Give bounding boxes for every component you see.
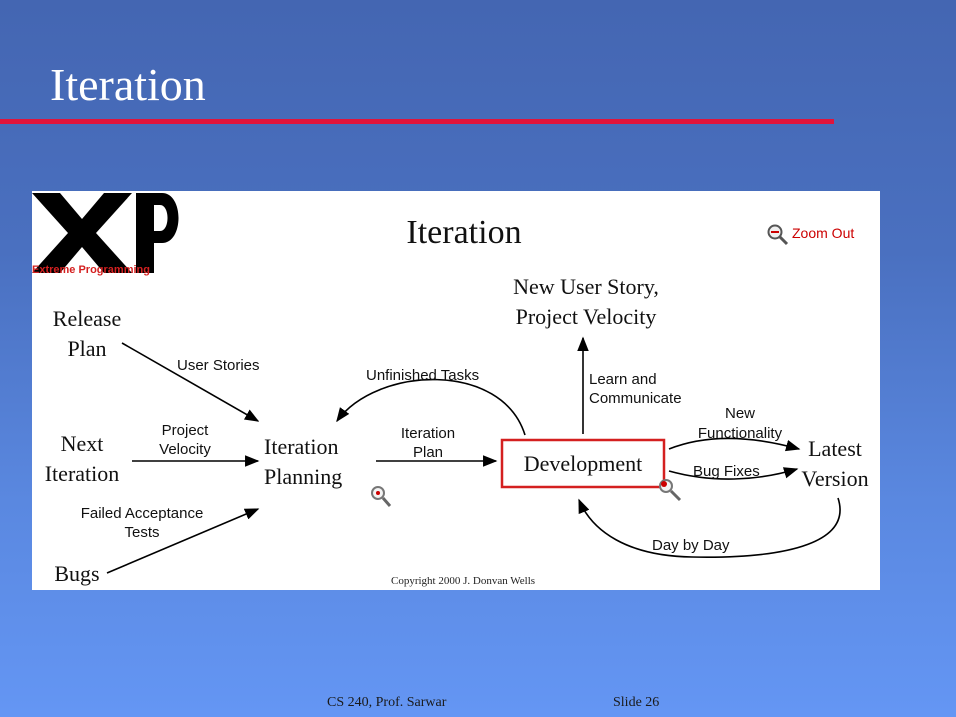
xp-logo: Extreme Programming [32, 193, 179, 276]
label-new-functionality-line1: New [725, 405, 755, 422]
diagram-copyright: Copyright 2000 J. Donvan Wells [391, 575, 535, 587]
label-new-functionality-line2: Functionality [698, 425, 783, 442]
label-iteration-plan-line2: Plan [413, 444, 443, 461]
node-next-iteration-line1: Next [61, 431, 104, 456]
zoom-out-link[interactable]: Zoom Out [767, 224, 855, 246]
node-new-user-story-line2: Project Velocity [516, 304, 657, 329]
title-divider [0, 119, 834, 124]
diagram-title: Iteration [406, 214, 521, 251]
slide-title: Iteration [50, 59, 206, 110]
arrow-release-plan-to-planning [121, 342, 260, 422]
node-bugs: Bugs [54, 561, 99, 586]
node-iteration-planning-line1: Iteration [264, 434, 339, 459]
node-new-user-story-line1: New User Story, [513, 274, 659, 299]
label-failed-acceptance-line2: Tests [124, 524, 159, 541]
label-user-stories: User Stories [177, 357, 260, 374]
node-development: Development [524, 451, 643, 476]
zoom-out-label[interactable]: Zoom Out [792, 225, 854, 241]
label-learn-communicate-line1: Learn and [589, 371, 657, 388]
node-next-iteration-line2: Iteration [45, 461, 120, 486]
label-unfinished-tasks: Unfinished Tasks [366, 367, 479, 384]
iteration-diagram: Extreme Programming Iteration Zoom Out R… [32, 191, 880, 590]
label-project-velocity-line2: Velocity [159, 441, 211, 458]
iteration-planning-zoom-icon[interactable] [371, 486, 392, 507]
label-bug-fixes: Bug Fixes [693, 463, 760, 480]
node-latest-version-line1: Latest [808, 436, 862, 461]
label-iteration-plan-line1: Iteration [401, 425, 455, 442]
node-latest-version-line2: Version [801, 466, 868, 491]
label-project-velocity-line1: Project [162, 422, 210, 439]
logo-caption: Extreme Programming [32, 264, 150, 276]
footer-slide-number: Slide 26 [613, 695, 660, 710]
label-failed-acceptance-line1: Failed Acceptance [81, 505, 204, 522]
footer-course: CS 240, Prof. Sarwar [327, 695, 447, 710]
zoom-out-magnifier-icon [767, 224, 789, 246]
label-day-by-day: Day by Day [652, 537, 730, 554]
node-iteration-planning-line2: Planning [264, 464, 342, 489]
label-learn-communicate-line2: Communicate [589, 390, 682, 407]
node-release-plan-line2: Plan [67, 336, 106, 361]
development-zoom-icon[interactable] [659, 479, 682, 502]
node-release-plan-line1: Release [53, 306, 121, 331]
